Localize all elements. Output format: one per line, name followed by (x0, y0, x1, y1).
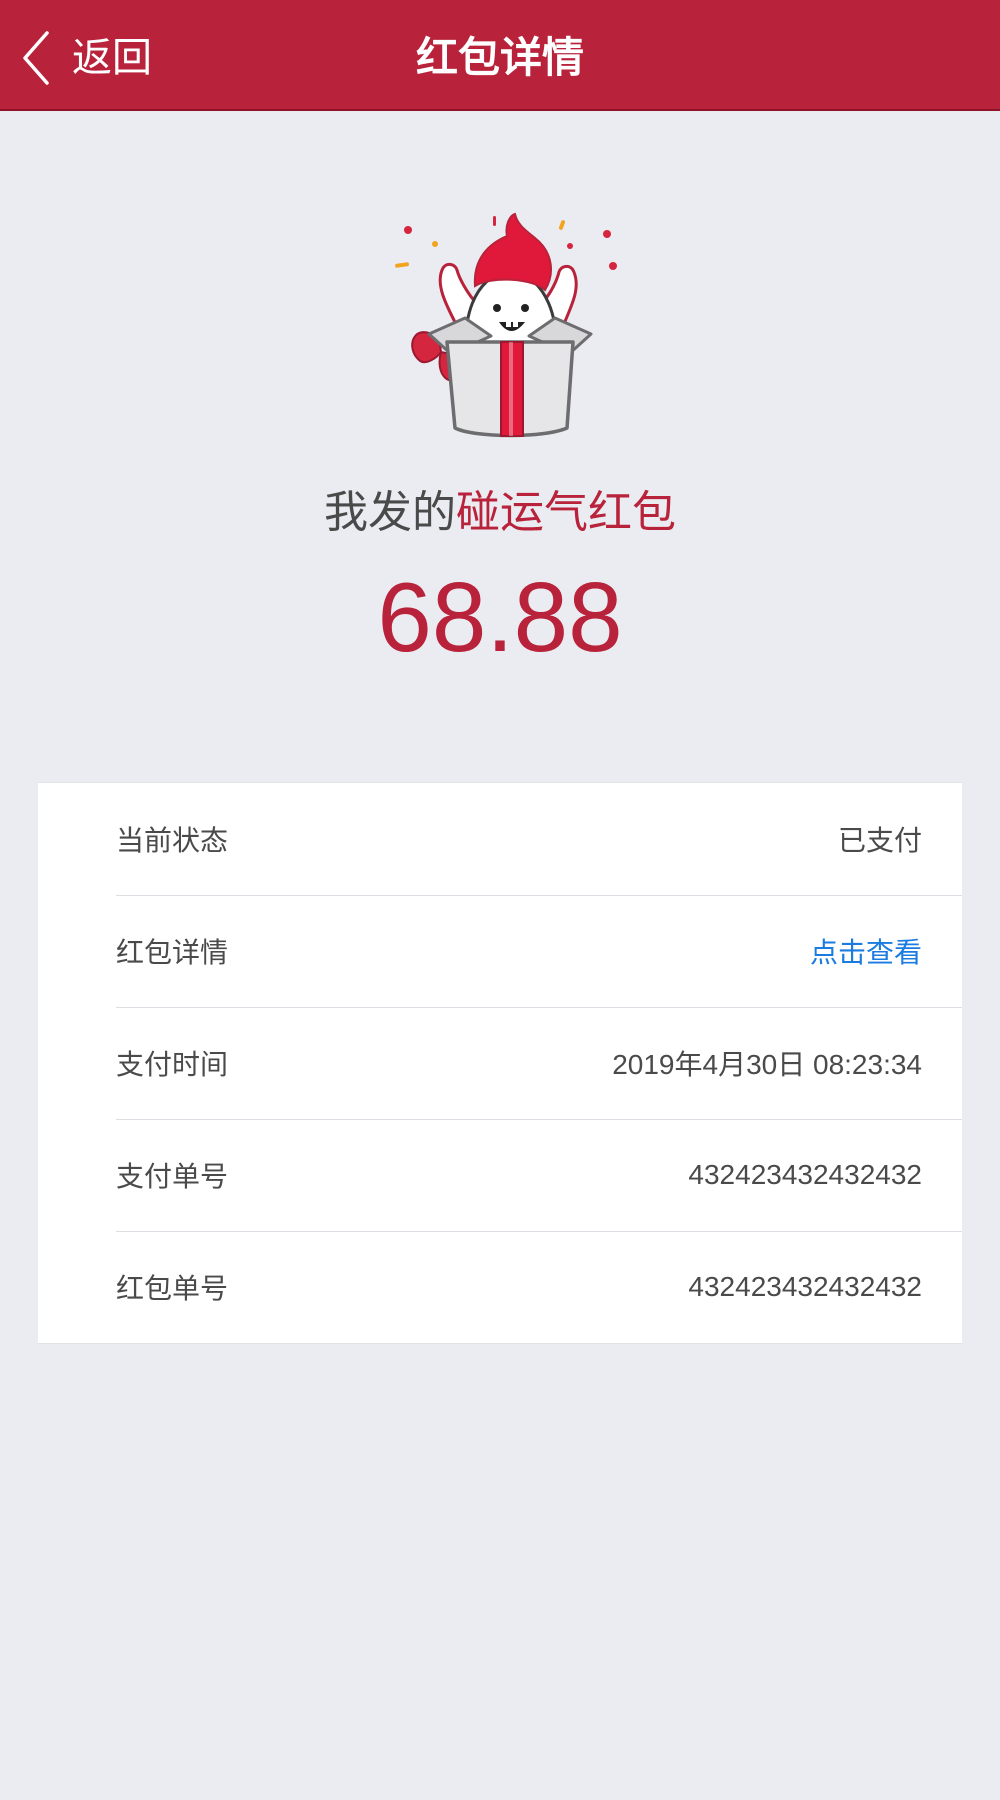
row-label: 红包单号 (116, 1272, 229, 1305)
payment-number-row: 支付单号 432423432432432 (38, 1119, 962, 1231)
payment-time-row: 支付时间 2019年4月30日 08:23:34 (38, 1007, 962, 1119)
page-title: 红包详情 (415, 33, 584, 82)
payment-time-value: 2019年4月30日 08:23:34 (612, 1049, 922, 1080)
row-label: 支付时间 (116, 1048, 229, 1081)
details-card: 当前状态 已支付 红包详情 点击查看 支付时间 2019年4月30日 08:23… (38, 782, 962, 1344)
red-packet-number-value: 432423432432432 (688, 1271, 922, 1302)
gift-box-mascot-illustration (395, 208, 625, 440)
row-label: 当前状态 (116, 824, 229, 857)
red-packet-type: 碰运气红包 (456, 487, 676, 538)
headline-prefix: 我发的 (324, 487, 456, 538)
view-details-link[interactable]: 点击查看 (810, 931, 922, 971)
row-label: 红包详情 (116, 936, 229, 969)
amount: 68.88 (377, 562, 623, 672)
payment-number-value: 432423432432432 (688, 1159, 922, 1190)
row-label: 支付单号 (116, 1160, 229, 1193)
status-row: 当前状态 已支付 (38, 783, 962, 895)
nav-bar: 返回 红包详情 (0, 0, 1000, 111)
headline: 我发的碰运气红包 (0, 478, 1000, 548)
status-value: 已支付 (837, 825, 922, 856)
red-packet-number-row: 红包单号 432423432432432 (38, 1231, 962, 1343)
red-packet-details-row[interactable]: 红包详情 点击查看 (38, 895, 962, 1007)
